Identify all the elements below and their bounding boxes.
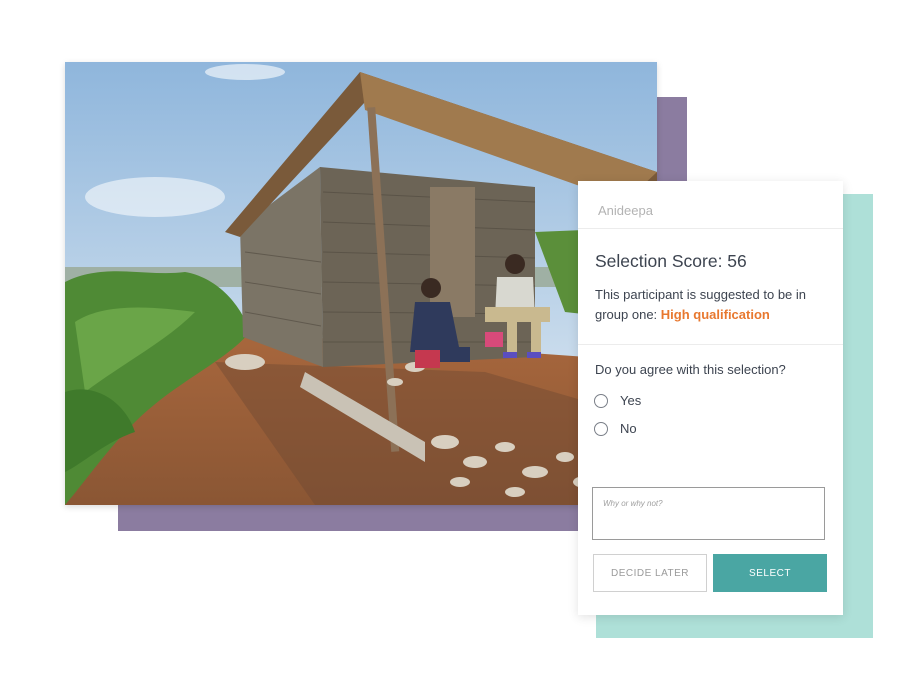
- agreement-question: Do you agree with this selection?: [595, 362, 786, 377]
- selection-score: Selection Score: 56: [595, 251, 747, 271]
- radio-option-no[interactable]: No: [594, 421, 637, 436]
- qualification-highlight: High qualification: [660, 307, 770, 322]
- comment-placeholder: Why or why not?: [603, 499, 663, 508]
- participant-name: Anideepa: [598, 203, 653, 218]
- divider: [578, 228, 843, 229]
- radio-button[interactable]: [594, 393, 608, 408]
- radio-option-yes[interactable]: Yes: [594, 393, 641, 408]
- comment-textarea[interactable]: Why or why not?: [592, 487, 825, 540]
- participant-photo: [65, 62, 657, 505]
- divider: [578, 344, 843, 345]
- radio-label-no: No: [620, 421, 637, 436]
- radio-label-yes: Yes: [620, 393, 642, 408]
- selection-description: This participant is suggested to be in g…: [595, 285, 830, 325]
- selection-card: Anideepa Selection Score: 56 This partic…: [578, 181, 843, 615]
- decide-later-button[interactable]: DECIDE LATER: [593, 554, 707, 592]
- select-button[interactable]: SELECT: [713, 554, 827, 592]
- radio-button[interactable]: [594, 421, 608, 436]
